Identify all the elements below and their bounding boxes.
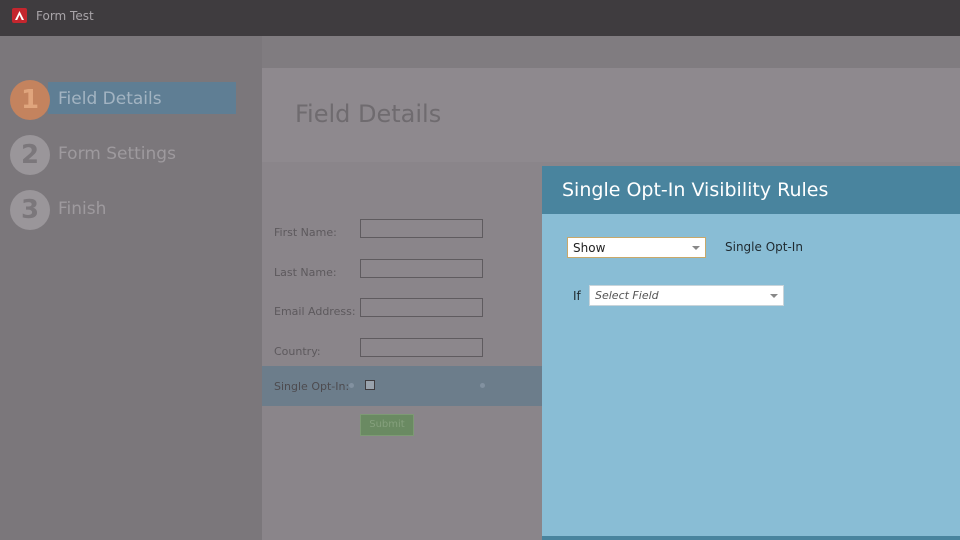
field-label: Email Address: — [274, 305, 356, 318]
chevron-down-icon — [692, 246, 700, 250]
field-label: Last Name: — [274, 266, 337, 279]
visibility-rules-modal: Single Opt-In Visibility Rules Show Sing… — [542, 166, 960, 540]
form-row-email: Email Address: — [262, 297, 542, 327]
title-bar: Form Test — [0, 0, 960, 36]
form-row-single-optin[interactable]: Single Opt-In: — [262, 366, 543, 406]
modal-title: Single Opt-In Visibility Rules — [562, 179, 829, 201]
step-number-badge: 3 — [10, 190, 50, 230]
top-strip — [262, 36, 960, 68]
form-row-first-name: First Name: — [262, 218, 542, 248]
step-label: Form Settings — [58, 144, 176, 164]
if-label: If — [573, 289, 581, 303]
drag-handle-icon — [480, 383, 485, 388]
submit-button[interactable]: Submit — [360, 414, 414, 436]
step-number-badge: 2 — [10, 135, 50, 175]
form-row-last-name: Last Name: — [262, 258, 542, 288]
email-input[interactable] — [360, 298, 483, 317]
wizard-sidebar: 1 Field Details 2 Form Settings 3 Finish — [0, 36, 262, 540]
step-label: Field Details — [58, 89, 162, 109]
field-label: First Name: — [274, 226, 337, 239]
form-row-country: Country: — [262, 337, 542, 367]
step-label: Finish — [58, 199, 107, 219]
adobe-logo-icon — [12, 8, 27, 23]
chevron-down-icon — [770, 294, 778, 298]
step-form-settings[interactable]: 2 Form Settings — [10, 135, 260, 175]
modal-footer-bar — [542, 536, 960, 540]
single-optin-checkbox[interactable] — [365, 380, 375, 390]
step-field-details[interactable]: 1 Field Details — [10, 80, 260, 120]
page-header: Field Details — [262, 68, 960, 162]
window-title: Form Test — [36, 9, 94, 23]
last-name-input[interactable] — [360, 259, 483, 278]
first-name-input[interactable] — [360, 219, 483, 238]
modal-header: Single Opt-In Visibility Rules — [542, 166, 960, 214]
step-finish[interactable]: 3 Finish — [10, 190, 260, 230]
condition-field-select[interactable]: Select Field — [589, 285, 784, 306]
selected-value: Show — [573, 241, 606, 255]
page-title: Field Details — [295, 100, 442, 128]
visibility-action-select[interactable]: Show — [567, 237, 706, 258]
drag-handle-icon — [349, 383, 354, 388]
step-number-badge: 1 — [10, 80, 50, 120]
select-placeholder: Select Field — [595, 289, 659, 302]
field-label: Country: — [274, 345, 321, 358]
target-field-name: Single Opt-In — [725, 240, 803, 254]
country-input[interactable] — [360, 338, 483, 357]
field-label: Single Opt-In: — [274, 380, 350, 393]
